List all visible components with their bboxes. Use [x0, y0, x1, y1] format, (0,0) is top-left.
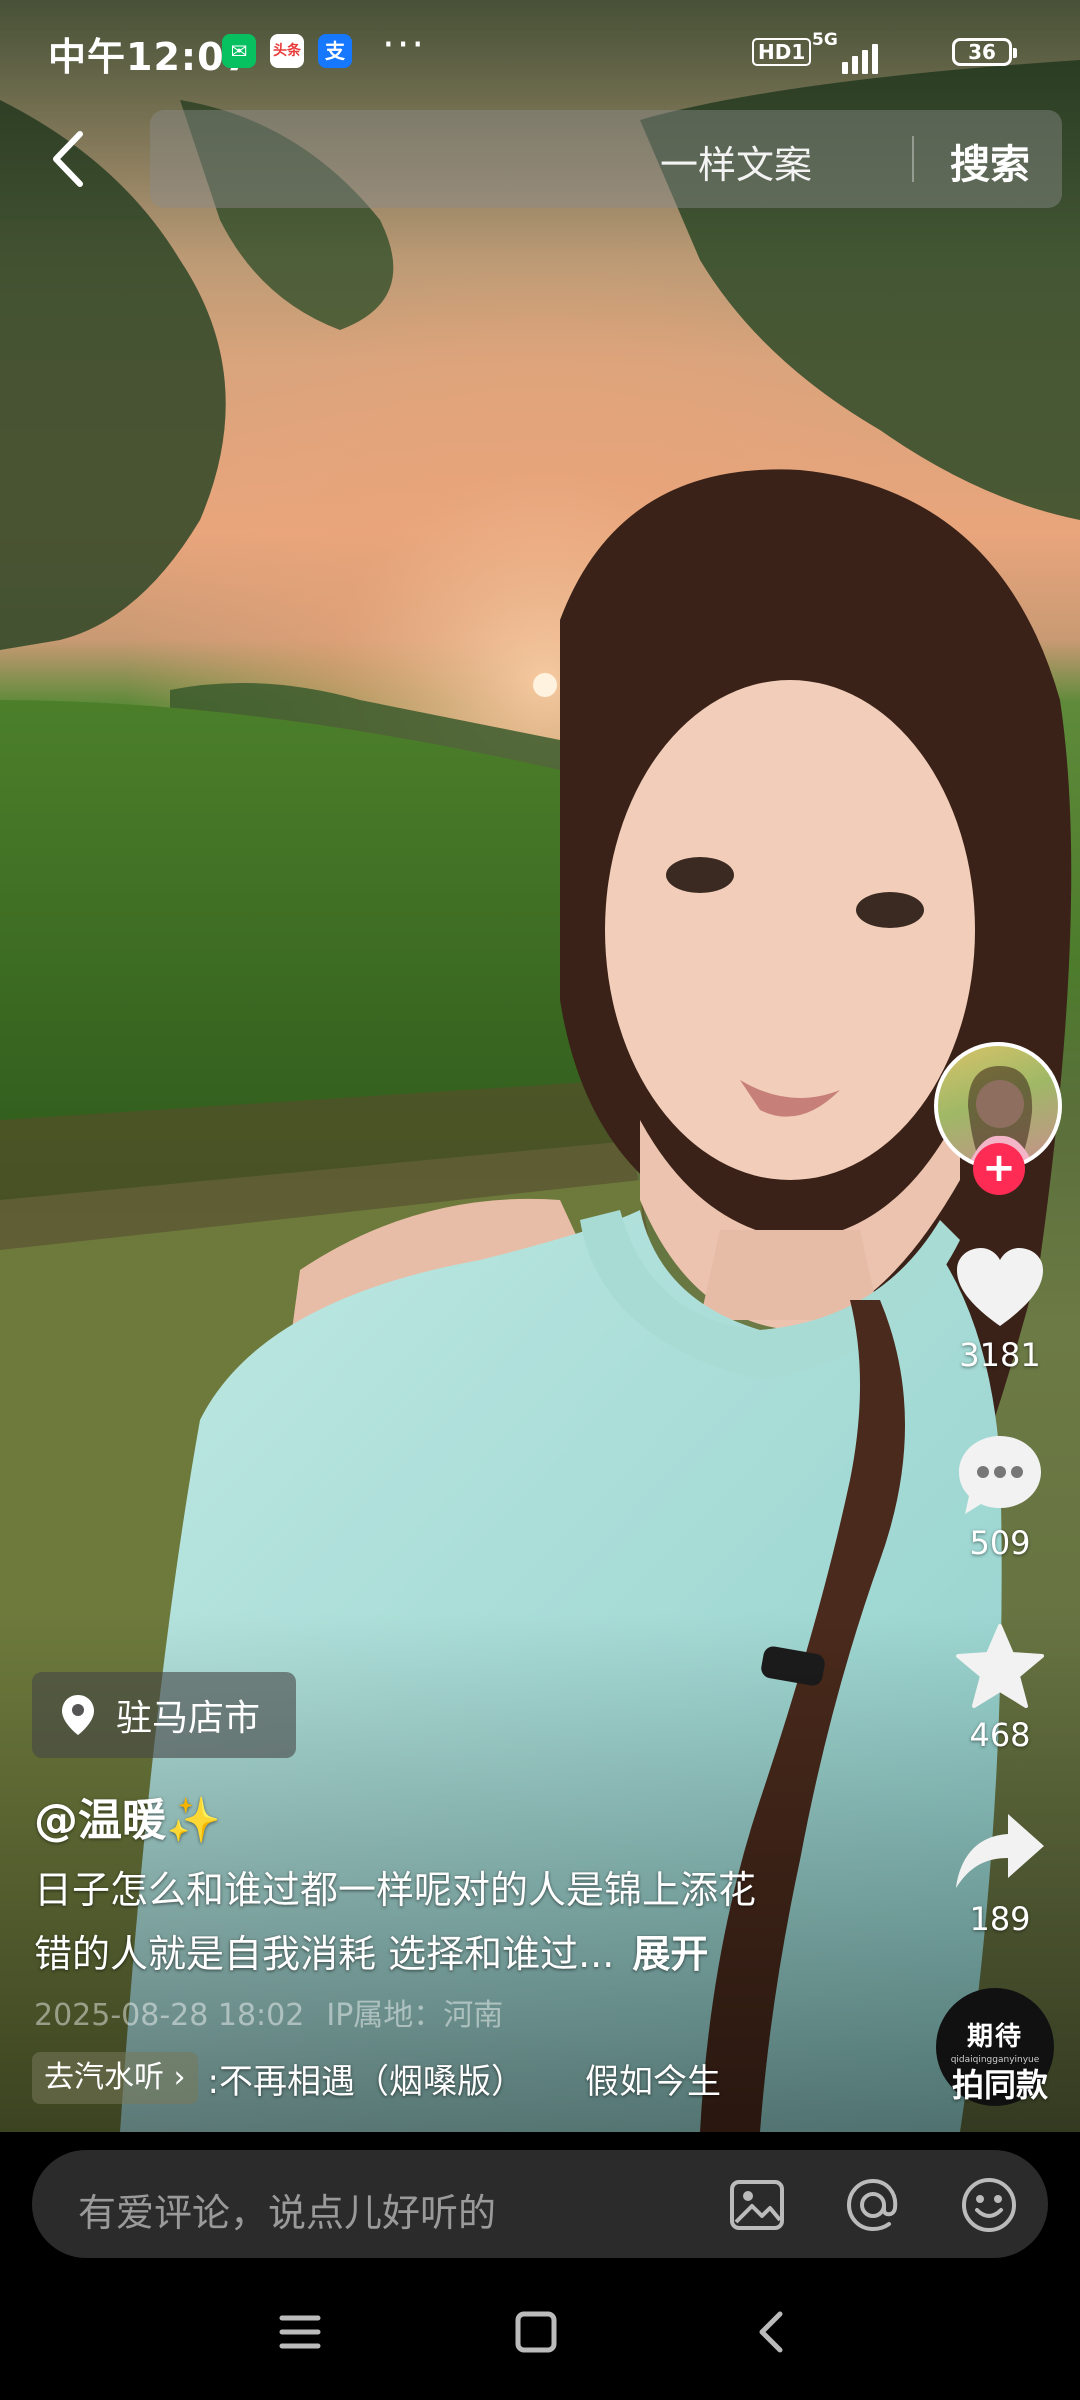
caption-line-1: 日子怎么和谁过都一样呢对的人是锦上添花: [34, 1868, 757, 1912]
menu-icon: [279, 2315, 321, 2349]
star-icon: [956, 1624, 1044, 1708]
back-arrow-icon: [53, 131, 83, 187]
like-button[interactable]: 3181: [940, 1246, 1060, 1374]
chevron-right-icon: ›: [164, 2060, 186, 2095]
wechat-icon: ✉: [222, 34, 256, 68]
network-type: 5G: [812, 30, 838, 50]
share-count: 189: [969, 1900, 1031, 1938]
nav-menu-button[interactable]: [270, 2302, 330, 2362]
shoot-same-button[interactable]: 拍同款: [940, 2060, 1060, 2106]
share-button[interactable]: 189: [940, 1808, 1060, 1938]
signal-icon: 5G: [812, 30, 884, 74]
author-name[interactable]: @温暖✨: [34, 1784, 221, 1848]
location-label: 驻马店市: [116, 1698, 261, 1739]
follow-button[interactable]: +: [973, 1143, 1025, 1195]
music-title-part-1: :不再相遇（烟嗓版）: [207, 2061, 526, 2102]
search-divider: [912, 136, 914, 182]
search-query[interactable]: 一样文案: [660, 134, 812, 189]
comment-icon: [959, 1436, 1041, 1514]
post-date: 2025-08-28 18:02: [34, 1998, 305, 2033]
music-tag-label: 去汽水听: [44, 2060, 164, 2095]
search-button[interactable]: 搜索: [950, 132, 1030, 190]
mention-icon[interactable]: [844, 2176, 902, 2234]
heart-icon: [957, 1248, 1043, 1326]
post-meta: 2025-08-28 18:02 IP属地：河南: [34, 1990, 503, 2034]
expand-caption-button[interactable]: 展开: [632, 1932, 708, 1976]
more-notifications-icon: ···: [382, 22, 427, 68]
video-caption: 日子怎么和谁过都一样呢对的人是锦上添花 错的人就是自我消耗 选择和谁过... 展开: [34, 1858, 894, 1986]
comment-input-bar[interactable]: 有爱评论，说点儿好听的: [32, 2150, 1048, 2258]
comment-count: 509: [969, 1524, 1031, 1562]
search-bar[interactable]: 一样文案 搜索: [150, 110, 1062, 208]
caption-line-2: 错的人就是自我消耗 选择和谁过...: [34, 1932, 615, 1976]
image-picker-icon[interactable]: [728, 2176, 786, 2234]
location-pin-icon: [62, 1695, 94, 1735]
music-title: :不再相遇（烟嗓版） 假如今生: [208, 2054, 721, 2103]
music-disc-title: 期待: [966, 2022, 1023, 2052]
open-qishui-button[interactable]: 去汽水听 ›: [32, 2052, 198, 2104]
share-arrow-icon: [956, 1814, 1044, 1888]
music-title-part-2: 假如今生: [585, 2061, 722, 2102]
ip-location: IP属地：河南: [326, 1998, 504, 2033]
back-triangle-icon: [759, 2311, 783, 2353]
alipay-icon: 支: [318, 34, 352, 68]
battery-level: 36: [968, 40, 996, 64]
music-row[interactable]: 去汽水听 › :不再相遇（烟嗓版） 假如今生: [32, 2050, 721, 2106]
battery-icon: 36: [952, 38, 1017, 66]
comment-input[interactable]: 有爱评论，说点儿好听的: [78, 2182, 496, 2237]
emoji-icon[interactable]: [960, 2176, 1018, 2234]
favorite-button[interactable]: 468: [940, 1622, 1060, 1754]
nav-back-button[interactable]: [742, 2302, 802, 2362]
home-square-icon: [515, 2311, 557, 2353]
comment-button[interactable]: 509: [940, 1432, 1060, 1562]
status-bar: 中午12:07 ✉ 头条 支 ··· HD1 5G 36: [0, 0, 1080, 100]
hd-icon: HD1: [752, 38, 812, 66]
location-tag[interactable]: 驻马店市: [32, 1672, 297, 1758]
back-button[interactable]: [44, 126, 96, 192]
favorite-count: 468: [969, 1716, 1031, 1754]
like-count: 3181: [959, 1336, 1041, 1374]
toutiao-icon: 头条: [270, 34, 304, 68]
nav-home-button[interactable]: [506, 2302, 566, 2362]
